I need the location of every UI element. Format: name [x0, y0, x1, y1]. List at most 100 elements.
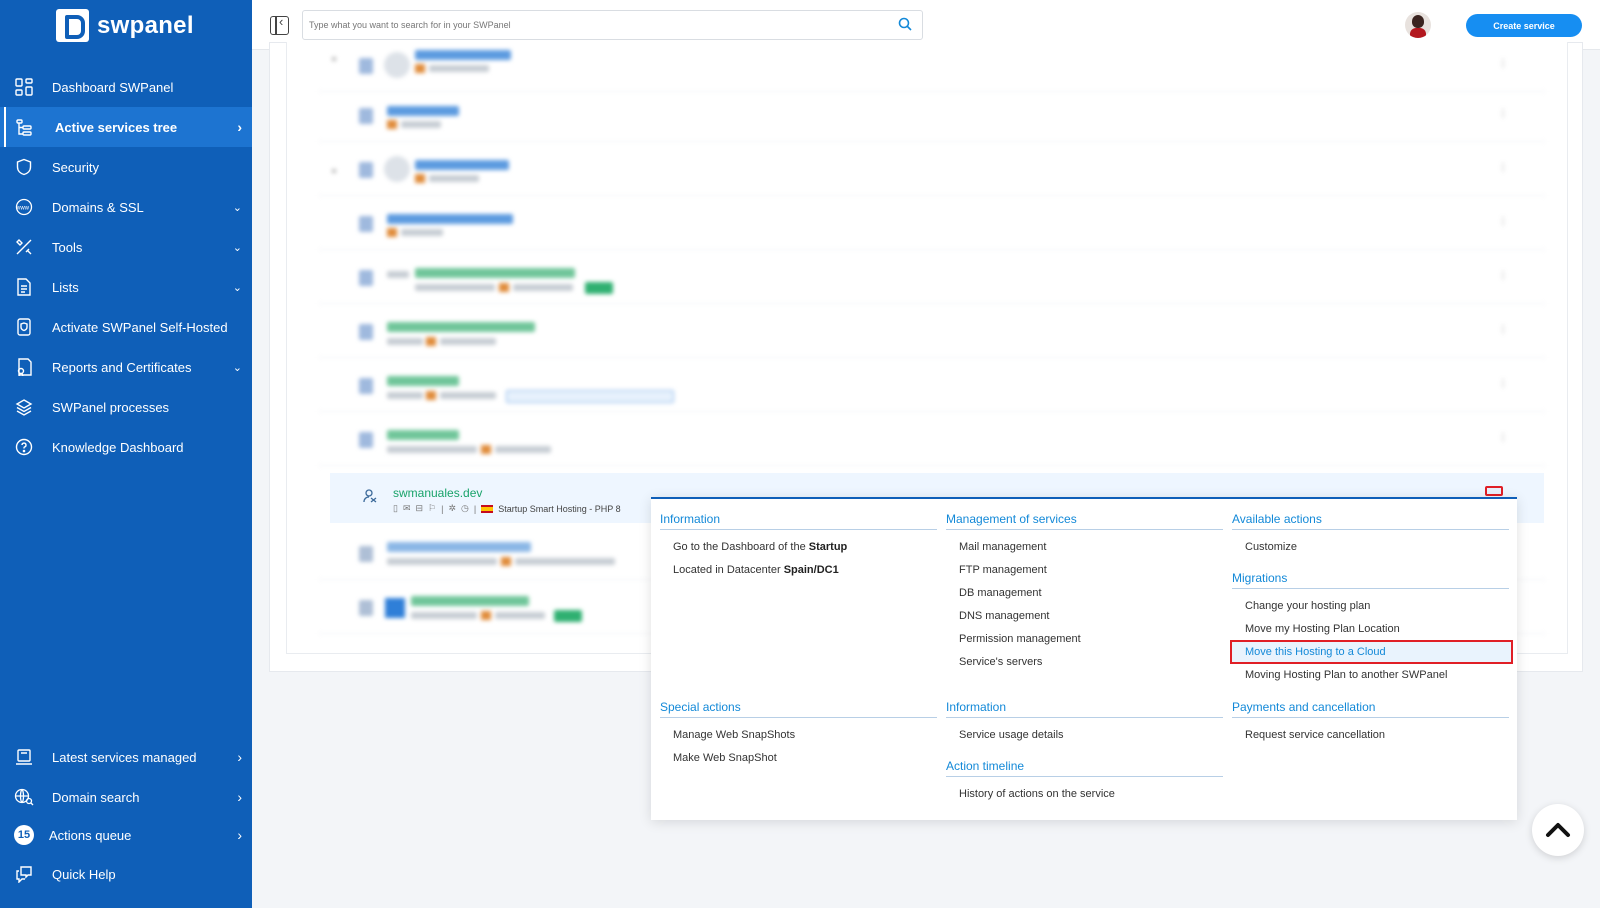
service-type-icon: [359, 600, 373, 616]
service-row[interactable]: ⋮: [318, 362, 1546, 412]
chevron-down-icon: ⌄: [232, 361, 242, 374]
menu-item-permission-management[interactable]: Permission management: [959, 633, 1081, 645]
sidebar-item-domain-search[interactable]: Domain search ›: [0, 777, 252, 817]
expand-dot: [332, 57, 336, 61]
service-row[interactable]: ⋮: [318, 416, 1546, 466]
service-name[interactable]: swmanuales.dev: [393, 486, 482, 500]
menu-item-usage-details[interactable]: Service usage details: [959, 729, 1064, 741]
menu-item-service-servers[interactable]: Service's servers: [959, 656, 1042, 668]
service-type-icon: [359, 270, 373, 286]
sidebar-item-label: SWPanel processes: [52, 399, 170, 415]
menu-item-change-plan[interactable]: Change your hosting plan: [1245, 600, 1370, 612]
menu-item-customize[interactable]: Customize: [1245, 541, 1297, 553]
kebab-menu-icon[interactable]: ⋮: [1496, 376, 1510, 390]
kebab-menu-icon[interactable]: ⋮: [1496, 160, 1510, 174]
service-meta: [387, 392, 423, 399]
spain-flag-icon: [481, 504, 494, 513]
service-row[interactable]: ⋮: [318, 308, 1546, 358]
menu-item-go-to-dashboard[interactable]: Go to the Dashboard of the Startup: [673, 541, 847, 553]
kebab-menu-icon[interactable]: ⋮: [1496, 214, 1510, 228]
sidebar-item-latest-services[interactable]: Latest services managed ›: [0, 737, 252, 777]
service-plan: Startup Smart Hosting - PHP 8: [498, 503, 621, 514]
status-badge: [585, 282, 613, 294]
mail-icon: ✉: [402, 503, 411, 513]
menu-item-dns-management[interactable]: DNS management: [959, 610, 1050, 622]
service-row[interactable]: ⋮: [318, 254, 1546, 304]
separator: |: [473, 503, 477, 514]
service-plan: [515, 558, 615, 565]
menu-item-history[interactable]: History of actions on the service: [959, 788, 1115, 800]
menu-item-ftp-management[interactable]: FTP management: [959, 564, 1047, 576]
service-type-icon: [359, 546, 373, 562]
menu-item-request-cancellation[interactable]: Request service cancellation: [1245, 729, 1385, 741]
sidebar-item-tools[interactable]: Tools ⌄: [0, 227, 252, 267]
service-plan: [495, 446, 551, 453]
database-icon: ⊟: [415, 503, 424, 513]
kebab-menu-icon[interactable]: ⋮: [1496, 322, 1510, 336]
create-service-button[interactable]: Create service: [1466, 14, 1582, 37]
chevron-up-icon: [1546, 823, 1570, 837]
windows-icon: [385, 598, 405, 618]
service-note-pill: [506, 390, 674, 403]
svg-text:www: www: [15, 206, 30, 212]
sidebar-item-self-hosted[interactable]: Activate SWPanel Self-Hosted: [0, 307, 252, 347]
service-row[interactable]: ⋮: [318, 92, 1546, 142]
sidebar-item-active-services-tree[interactable]: Active services tree ›: [0, 107, 252, 147]
user-avatar[interactable]: [1405, 12, 1431, 38]
kebab-menu-icon[interactable]: ⋮: [1496, 268, 1510, 282]
sidebar-item-actions-queue[interactable]: 15 Actions queue ›: [0, 815, 252, 855]
monitor-icon: [14, 747, 34, 767]
certificate-icon: [14, 357, 34, 377]
service-row[interactable]: ⋮: [318, 146, 1546, 196]
menu-item-make-snapshot[interactable]: Make Web SnapShot: [673, 752, 777, 764]
collapse-sidebar-icon[interactable]: [270, 14, 289, 35]
scroll-to-top-button[interactable]: [1532, 804, 1584, 856]
service-type-icon: [359, 378, 373, 394]
menu-item-mail-management[interactable]: Mail management: [959, 541, 1046, 553]
gear-icon: ✲: [448, 503, 457, 513]
sidebar-item-processes[interactable]: SWPanel processes: [0, 387, 252, 427]
kebab-menu-icon[interactable]: ⋮: [1496, 106, 1510, 120]
queue-count-icon: 15: [14, 825, 34, 845]
service-name: [387, 430, 459, 440]
service-type-icon: [359, 58, 373, 74]
sidebar-item-quick-help[interactable]: Quick Help: [0, 854, 252, 894]
flag-outline-icon: ⚐: [428, 503, 437, 513]
sidebar-item-lists[interactable]: Lists ⌄: [0, 267, 252, 307]
globe-search-icon: [14, 787, 34, 807]
kebab-menu-icon[interactable]: ⋮: [1496, 56, 1510, 70]
sidebar-item-reports[interactable]: Reports and Certificates ⌄: [0, 347, 252, 387]
menu-item-bold: Startup: [808, 541, 848, 553]
brand-logo[interactable]: swpanel: [56, 9, 194, 42]
chevron-down-icon: ⌄: [232, 281, 242, 294]
service-avatar: [384, 52, 410, 78]
search-icon[interactable]: [898, 17, 912, 31]
menu-item-move-to-another-swpanel[interactable]: Moving Hosting Plan to another SWPanel: [1245, 669, 1447, 681]
service-row[interactable]: ⋮: [318, 42, 1546, 92]
sidebar-item-label: Actions queue: [49, 827, 132, 843]
menu-item-db-management[interactable]: DB management: [959, 587, 1042, 599]
service-meta: [429, 175, 479, 182]
sidebar-item-domains-ssl[interactable]: www Domains & SSL ⌄: [0, 187, 252, 227]
menu-item-move-to-cloud[interactable]: Move this Hosting to a Cloud: [1230, 640, 1513, 664]
chat-help-icon: [14, 864, 34, 884]
separator: |: [441, 503, 444, 514]
section-migrations: Migrations: [1232, 571, 1509, 589]
sidebar-item-security[interactable]: Security: [0, 147, 252, 187]
chevron-down-icon: ⌄: [232, 201, 242, 214]
sidebar-item-dashboard[interactable]: Dashboard SWPanel: [0, 67, 252, 107]
service-type-icon: [359, 432, 373, 448]
sidebar-item-knowledge[interactable]: Knowledge Dashboard: [0, 427, 252, 467]
service-meta: [411, 612, 477, 619]
section-special-actions: Special actions: [660, 700, 937, 718]
tools-icon: [14, 237, 34, 257]
menu-item-manage-snapshots[interactable]: Manage Web SnapShots: [673, 729, 795, 741]
menu-item-move-location[interactable]: Move my Hosting Plan Location: [1245, 623, 1400, 635]
search-box: [302, 10, 923, 40]
search-input[interactable]: [303, 11, 863, 39]
menu-item-bold: Spain/DC1: [783, 564, 839, 576]
kebab-menu-icon-active[interactable]: [1485, 486, 1503, 496]
kebab-menu-icon[interactable]: ⋮: [1496, 430, 1510, 444]
service-plan: [440, 338, 496, 345]
service-row[interactable]: ⋮: [318, 200, 1546, 250]
